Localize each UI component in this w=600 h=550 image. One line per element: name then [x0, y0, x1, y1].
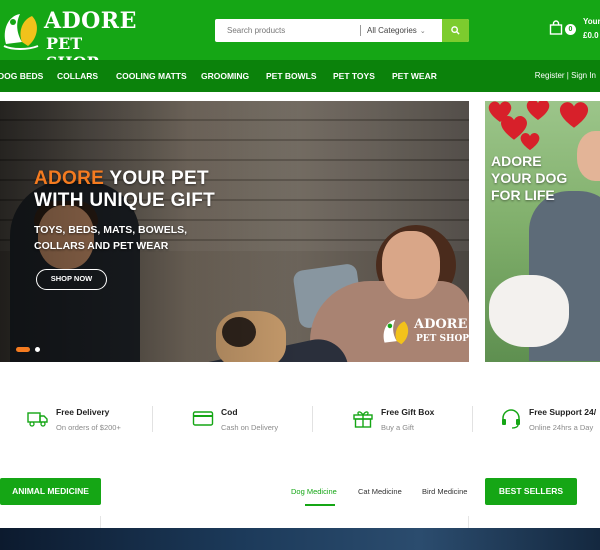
- category-select-value: All Categories: [367, 26, 417, 35]
- hero-subheadline: TOYS, BEDS, MATS, BOWELS, COLLARS AND PE…: [34, 222, 187, 254]
- tab-cat-medicine[interactable]: Cat Medicine: [358, 487, 402, 496]
- nav-item-grooming[interactable]: GROOMING: [201, 60, 249, 92]
- feature-divider: [472, 406, 473, 432]
- category-select[interactable]: All Categories ⌄: [367, 19, 443, 42]
- site-logo[interactable]: ADORE PET SHOP: [0, 4, 136, 72]
- pet-logo-icon: [383, 319, 409, 345]
- active-tab-indicator: [305, 504, 335, 506]
- feature-title: Free Support 24/: [529, 407, 597, 417]
- credit-card-icon: [192, 411, 214, 426]
- nav-item-pet-bowls[interactable]: PET BOWLS: [266, 60, 317, 92]
- side-promo-banner[interactable]: ADORE YOUR DOG FOR LIFE: [485, 101, 600, 362]
- site-header: ADORE PET SHOP All Categories⌄ 0 Your £0…: [0, 0, 600, 72]
- nav-item-pet-wear[interactable]: PET WEAR: [392, 60, 437, 92]
- search-input[interactable]: [215, 19, 360, 42]
- search-icon: [451, 26, 460, 35]
- carousel-dot[interactable]: [35, 347, 40, 352]
- feature-title: Free Delivery: [56, 407, 110, 417]
- side-banner-line-3: FOR LIFE: [491, 187, 555, 203]
- search-button[interactable]: [442, 19, 469, 42]
- truck-icon: [27, 412, 48, 427]
- side-banner-woman-head: [577, 131, 600, 181]
- shop-now-button[interactable]: SHOP NOW: [36, 269, 107, 290]
- logo-wordmark: ADORE: [44, 8, 137, 34]
- footer-banner-strip: [0, 528, 600, 550]
- side-banner-line-1: ADORE: [491, 153, 542, 169]
- heart-icon: [526, 101, 550, 120]
- nav-item-cooling-matts[interactable]: COOLING MATTS: [116, 60, 187, 92]
- gift-icon: [353, 411, 373, 428]
- hero-headline-accent: ADORE: [34, 168, 105, 189]
- best-sellers-button[interactable]: BEST SELLERS: [485, 478, 577, 505]
- feature-title: Cod: [221, 407, 238, 417]
- cart-button[interactable]: 0: [549, 20, 579, 38]
- hero-watermark-logo: ADORE PET SHOP: [380, 315, 469, 351]
- feature-subtitle: Cash on Delivery: [221, 423, 279, 432]
- cart-total: £0.0: [583, 31, 599, 40]
- feature-divider: [312, 406, 313, 432]
- cart-count-badge: 0: [565, 24, 576, 35]
- search-bar: All Categories⌄: [215, 19, 469, 42]
- animal-medicine-button[interactable]: ANIMAL MEDICINE: [0, 478, 101, 505]
- search-divider: [360, 25, 361, 36]
- nav-item-pet-toys[interactable]: PET TOYS: [333, 60, 375, 92]
- hero-subline-2: COLLARS AND PET WEAR: [34, 240, 169, 252]
- carousel-dot-active[interactable]: [16, 347, 30, 352]
- side-banner-line-2: YOUR DOG: [491, 170, 568, 186]
- hero-banner[interactable]: ADORE YOUR PET WITH UNIQUE GIFT TOYS, BE…: [0, 101, 469, 362]
- feature-subtitle: Online 24hrs a Day: [529, 423, 594, 432]
- hero-subline-1: TOYS, BEDS, MATS, BOWELS,: [34, 224, 188, 236]
- features-strip: Free Delivery On orders of $200+ Cod Cas…: [0, 393, 600, 445]
- nav-item-collars[interactable]: COLLARS: [57, 60, 98, 92]
- feature-subtitle: Buy a Gift: [381, 423, 414, 432]
- shopping-bag-icon: [549, 20, 563, 35]
- hero-headline-line2: WITH UNIQUE GIFT: [34, 190, 216, 211]
- pet-logo-icon: [3, 14, 39, 50]
- feature-divider: [152, 406, 153, 432]
- nav-item-dog-beds[interactable]: DOG BEDS: [0, 60, 43, 92]
- watermark-wordmark: ADORE: [414, 317, 468, 332]
- hero-headline: ADORE YOUR PET WITH UNIQUE GIFT: [34, 168, 215, 212]
- tab-dog-medicine[interactable]: Dog Medicine: [291, 487, 337, 496]
- account-label: Your: [583, 17, 600, 26]
- hero-woman-head: [382, 231, 440, 299]
- product-section-header: ANIMAL MEDICINE Dog Medicine Cat Medicin…: [0, 478, 600, 506]
- chevron-down-icon: ⌄: [419, 28, 426, 35]
- register-signin-link[interactable]: Register | Sign In: [535, 60, 596, 92]
- account-summary[interactable]: Your £0.0: [583, 15, 600, 43]
- tab-bird-medicine[interactable]: Bird Medicine: [422, 487, 467, 496]
- heart-icon: [520, 133, 540, 151]
- product-panel-top: [100, 516, 469, 528]
- hero-headline-rest: YOUR PET: [104, 168, 209, 189]
- heart-icon: [559, 102, 589, 128]
- watermark-tagline: PET SHOP: [416, 334, 469, 344]
- headset-icon: [502, 409, 520, 429]
- feature-subtitle: On orders of $200+: [56, 423, 121, 432]
- feature-title: Free Gift Box: [381, 407, 435, 417]
- side-banner-dog: [489, 275, 569, 347]
- side-banner-text: ADORE YOUR DOG FOR LIFE: [491, 153, 567, 204]
- main-nav: DOG BEDS COLLARS COOLING MATTS GROOMING …: [0, 60, 600, 92]
